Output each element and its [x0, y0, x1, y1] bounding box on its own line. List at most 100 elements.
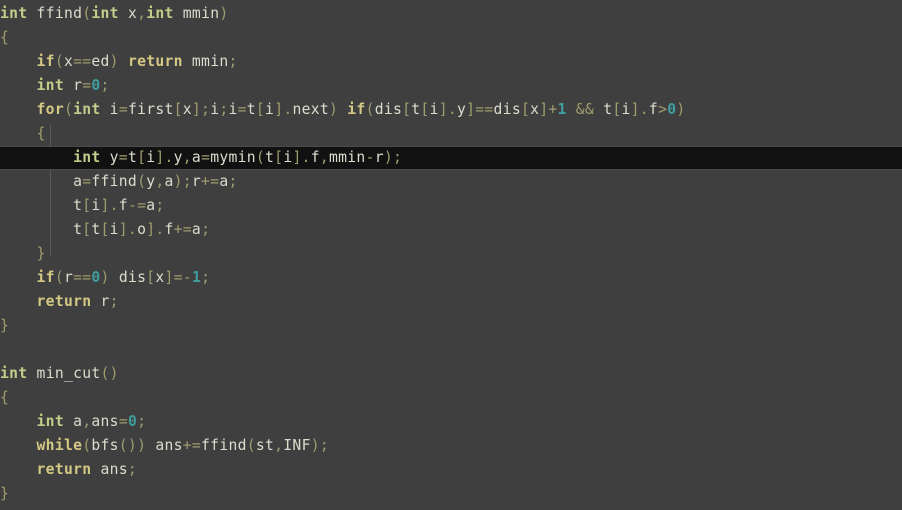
code-line[interactable]: a=ffind(y,a);r+=a;: [0, 170, 902, 194]
code-token-id: t: [73, 197, 83, 214]
code-token-br: {: [0, 29, 10, 46]
code-line[interactable]: if(x==ed) return mmin;: [0, 50, 902, 74]
code-token-n: 1: [557, 101, 567, 118]
code-line[interactable]: int ffind(int x,int mmin): [0, 0, 902, 26]
code-token-p: ;: [155, 197, 165, 214]
code-token-p: ;: [127, 461, 138, 478]
code-line[interactable]: t[i].f-=a;: [0, 194, 902, 218]
code-line[interactable]: [0, 338, 902, 362]
code-line[interactable]: }: [0, 242, 902, 266]
code-token-o: +=: [182, 437, 202, 454]
code-token-id: f: [648, 101, 659, 118]
code-token-o: ==: [73, 269, 92, 286]
code-token-p: (: [255, 149, 266, 166]
code-token-o: =: [118, 149, 128, 166]
code-line[interactable]: int min_cut(): [0, 362, 902, 386]
code-token-p: ]: [466, 101, 476, 118]
code-line-current[interactable]: int y=t[i].y,a=mymin(t[i].f,mmin-r);: [0, 146, 902, 170]
code-token-fn: min_cut: [27, 365, 101, 382]
code-line[interactable]: {: [0, 26, 902, 50]
code-token-id: i: [265, 101, 275, 118]
code-token-n: 1: [191, 269, 202, 286]
code-token-p: ].: [146, 221, 165, 238]
code-token-p: ): [219, 5, 229, 22]
code-token-t: int: [91, 5, 119, 22]
code-token-id: ed: [91, 53, 110, 70]
code-token-o: -: [365, 149, 375, 166]
code-token-o: =: [118, 413, 128, 430]
code-token-id: a: [73, 173, 83, 190]
code-token-o: &&: [566, 101, 604, 118]
code-token-id: mmin: [173, 5, 220, 22]
code-token-t: int: [0, 5, 28, 22]
code-token-id: r: [63, 77, 83, 94]
code-token-o: =-: [173, 269, 192, 286]
code-token-p: ].: [100, 197, 119, 214]
code-token-fn: ffind: [91, 173, 138, 190]
code-line[interactable]: for(int i=first[x];i;i=t[i].next) if(dis…: [0, 98, 902, 122]
code-token-p: ].: [118, 221, 138, 238]
code-token-id: o: [137, 221, 147, 238]
code-token-p: [: [612, 101, 622, 118]
code-token-br: {: [0, 389, 10, 406]
code-token-p: [: [173, 101, 183, 118]
code-line[interactable]: }: [0, 314, 902, 338]
code-line[interactable]: t[t[i].o].f+=a;: [0, 218, 902, 242]
code-token-p: ()): [118, 437, 156, 454]
code-text-area[interactable]: int ffind(int x,int mmin){ if(x==ed) ret…: [0, 0, 902, 510]
code-token-p: ;: [228, 53, 238, 70]
code-token-p: );: [310, 437, 329, 454]
code-line[interactable]: }: [0, 482, 902, 506]
code-token-id: x: [155, 269, 165, 286]
code-token-n: 0: [91, 77, 101, 94]
code-line[interactable]: int r=0;: [0, 74, 902, 98]
code-line[interactable]: int a,ans=0;: [0, 410, 902, 434]
code-line[interactable]: while(bfs()) ans+=ffind(st,INF);: [0, 434, 902, 458]
code-token-id: t: [91, 221, 101, 238]
code-token-id: dis: [493, 101, 521, 118]
code-token-p: ): [329, 101, 348, 118]
code-token-p: [: [520, 101, 531, 118]
code-token-o: ==: [475, 101, 494, 118]
code-token-id: t: [265, 149, 275, 166]
code-token-id: x: [530, 101, 540, 118]
code-token-p: ].: [292, 149, 311, 166]
code-token-p: (: [54, 269, 64, 286]
code-token-br: }: [36, 245, 46, 262]
code-token-p: ;: [109, 293, 119, 310]
code-token-p: );: [173, 173, 192, 190]
code-line[interactable]: {: [0, 386, 902, 410]
code-token-p: ): [109, 53, 128, 70]
code-token-p: ].: [630, 101, 649, 118]
code-line[interactable]: return r;: [0, 290, 902, 314]
code-token-p: [: [402, 101, 412, 118]
code-line[interactable]: [0, 506, 902, 510]
code-token-id: i: [109, 221, 119, 238]
code-token-id: r: [63, 269, 74, 286]
code-token-k: for: [36, 101, 64, 118]
code-token-id: ans: [91, 413, 119, 430]
code-token-p: (: [54, 53, 64, 70]
code-token-p: ): [676, 101, 686, 118]
code-token-n: 0: [667, 101, 677, 118]
code-token-id: mmin: [182, 53, 229, 70]
code-token-id: t: [73, 221, 83, 238]
code-editor[interactable]: int ffind(int x,int mmin){ if(x==ed) ret…: [0, 0, 902, 510]
code-token-t: int: [73, 101, 101, 118]
code-token-id: t: [603, 101, 613, 118]
code-line[interactable]: {: [0, 122, 902, 146]
code-line[interactable]: return ans;: [0, 458, 902, 482]
code-token-fn: mymin: [210, 149, 256, 166]
code-token-id: next: [292, 101, 330, 118]
code-line[interactable]: if(r==0) dis[x]=-1;: [0, 266, 902, 290]
code-token-id: x: [118, 5, 138, 22]
